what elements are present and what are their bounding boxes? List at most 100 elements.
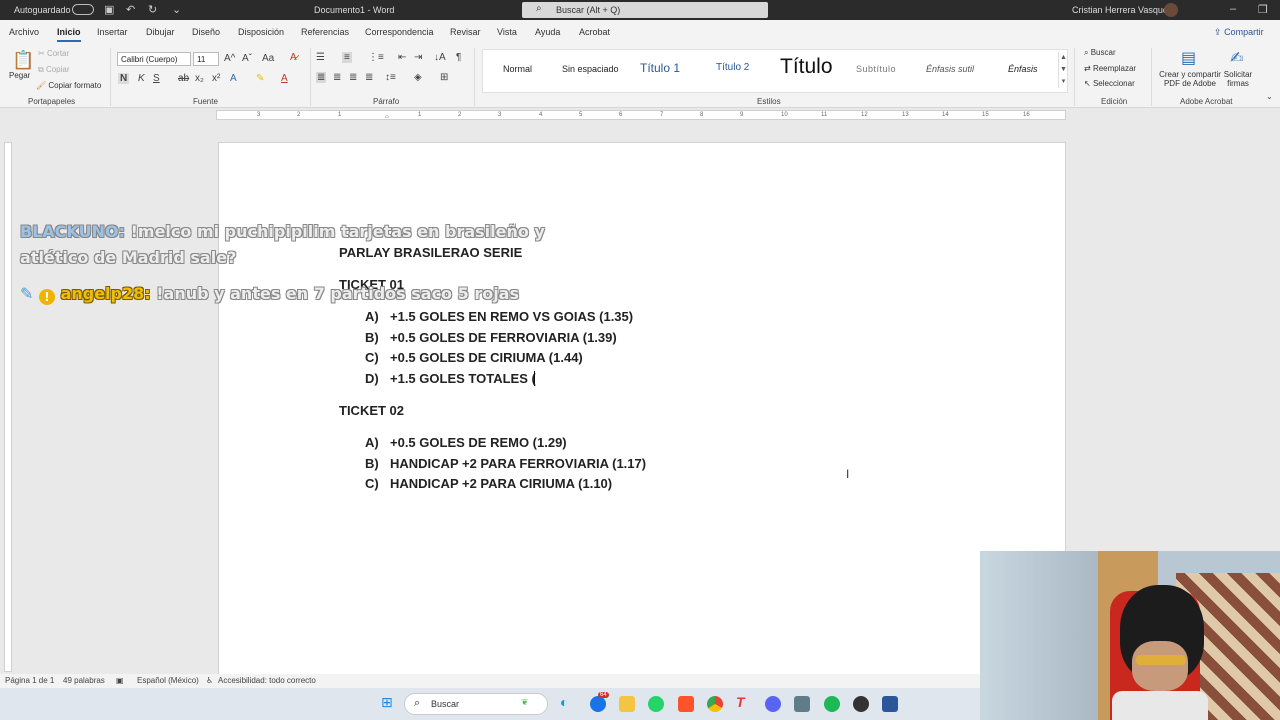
tab-insertar[interactable]: Insertar [97,27,128,37]
bold-icon[interactable]: N [118,73,130,84]
style-heading-1[interactable]: Título 1 [640,61,680,75]
spotify-icon[interactable] [824,696,840,712]
shading-icon[interactable]: ◈ [414,72,422,83]
sort-icon[interactable]: ↓A [434,52,446,63]
tab-archivo[interactable]: Archivo [9,27,39,37]
request-signatures-icon[interactable]: ✍ [1230,48,1243,68]
subscript-icon[interactable]: x₂ [195,73,204,84]
list-item[interactable]: +1.5 GOLES TOTALES ( [390,371,536,386]
file-explorer-icon[interactable] [619,696,635,712]
proofing-icon[interactable]: ▣ [116,676,124,685]
style-subtle-emphasis[interactable]: Énfasis sutil [926,64,974,74]
word-count[interactable]: 49 palabras [63,676,105,685]
align-right-icon[interactable]: ≣ [349,72,357,83]
calculator-icon[interactable] [794,696,810,712]
undo-icon[interactable]: ↶ [126,3,135,16]
multilevel-list-icon[interactable]: ⋮≡ [368,52,384,63]
paste-button-label[interactable]: Pegar [9,71,30,80]
list-item[interactable]: +0.5 GOLES DE CIRIUMA (1.44) [390,350,583,365]
grow-font-icon[interactable]: A^ [224,53,235,64]
change-case-icon[interactable]: Aa [262,53,274,64]
minimize-icon[interactable]: – [1230,3,1236,15]
line-spacing-icon[interactable]: ↕≡ [385,72,396,83]
text-effects-icon[interactable]: A [230,73,237,84]
style-title[interactable]: Título [780,55,833,79]
autosave-toggle[interactable] [72,4,94,15]
tab-acrobat[interactable]: Acrobat [579,27,610,37]
title-search-box[interactable]: ⌕ Buscar (Alt + Q) [522,2,768,18]
page-count[interactable]: Página 1 de 1 [5,676,54,685]
bullets-icon[interactable]: ☰ [316,52,325,63]
align-center-icon[interactable]: ≣ [333,72,341,83]
justify-icon[interactable]: ≣ [365,72,373,83]
underline-icon[interactable]: S [153,73,160,84]
copy-button[interactable]: ⧉ Copiar [38,65,70,75]
list-item[interactable]: +1.5 GOLES EN REMO VS GOIAS (1.35) [390,309,633,324]
collapse-ribbon-icon[interactable]: ⌄ [1266,92,1273,101]
discord-icon[interactable] [765,696,781,712]
create-pdf-icon[interactable]: ▤ [1181,48,1196,68]
create-pdf-button[interactable]: Crear y compartir PDF de Adobe [1158,70,1222,88]
typing-app-icon[interactable]: T [736,694,745,710]
taskbar-search[interactable]: ⌕ Buscar ❦ [404,693,548,715]
list-item[interactable]: +0.5 GOLES DE REMO (1.29) [390,435,567,450]
whatsapp-icon[interactable] [648,696,664,712]
font-size-select[interactable]: 11 [193,52,219,66]
chevron-down-icon[interactable]: ▼ [1060,66,1067,73]
share-button[interactable]: ⇪ Compartir [1214,27,1264,38]
show-formatting-icon[interactable]: ¶ [456,52,461,63]
redo-icon[interactable]: ↻ [148,3,157,16]
tab-inicio[interactable]: Inicio [57,27,81,42]
edge-icon[interactable]: ◐ [560,694,568,710]
shrink-font-icon[interactable]: Aˇ [242,53,252,64]
document-heading[interactable]: PARLAY BRASILERAO SERIE [339,245,522,260]
ticket-2-title[interactable]: TICKET 02 [339,403,404,418]
borders-icon[interactable]: ⊞ [440,72,448,83]
list-item[interactable]: HANDICAP +2 PARA FERROVIARIA (1.17) [390,456,646,471]
style-subtitle[interactable]: Subtítulo [856,64,896,74]
cut-button[interactable]: ✂ Cortar [38,49,69,58]
replace-button[interactable]: ⇄ Reemplazar [1084,64,1136,73]
accessibility-status[interactable]: Accesibilidad: todo correcto [218,676,316,685]
tab-dibujar[interactable]: Dibujar [146,27,175,37]
find-button[interactable]: ⌕ Buscar [1084,48,1116,58]
accessibility-icon[interactable]: ♿ [206,676,213,685]
numbering-icon[interactable]: ≡ [342,52,352,63]
font-name-select[interactable]: Calibri (Cuerpo) [117,52,191,66]
chrome-icon[interactable] [707,696,723,712]
decrease-indent-icon[interactable]: ⇤ [398,52,406,63]
user-name[interactable]: Cristian Herrera Vasquez [1072,5,1172,15]
style-emphasis[interactable]: Énfasis [1008,64,1038,74]
list-item[interactable]: +0.5 GOLES DE FERROVIARIA (1.39) [390,330,617,345]
clear-formatting-icon[interactable]: A̷ [290,52,297,63]
word-icon[interactable] [882,696,898,712]
restore-icon[interactable]: ❐ [1258,3,1268,16]
tab-ayuda[interactable]: Ayuda [535,27,560,37]
obs-icon[interactable] [853,696,869,712]
customize-qat-icon[interactable]: ⌄ [172,3,181,16]
tab-disposicion[interactable]: Disposición [238,27,284,37]
chevron-up-icon[interactable]: ▲ [1060,54,1067,61]
style-normal[interactable]: Normal [503,64,532,74]
more-styles-icon[interactable]: ▾ [1062,78,1066,85]
align-left-icon[interactable]: ≣ [316,72,327,83]
tab-vista[interactable]: Vista [497,27,517,37]
language-indicator[interactable]: Español (México) [137,676,199,685]
italic-icon[interactable]: K [138,73,145,84]
horizontal-ruler[interactable]: 3 2 1 1 2 3 4 5 6 7 8 9 10 11 12 13 14 1… [216,110,1066,120]
style-no-spacing[interactable]: Sin espaciado [562,64,619,74]
vertical-ruler[interactable] [4,142,12,672]
increase-indent-icon[interactable]: ⇥ [414,52,422,63]
format-painter-button[interactable]: 🖌 Copiar formato [36,81,101,90]
windows-start-icon[interactable]: ⊞ [381,694,393,711]
paste-icon[interactable]: 📋 [12,50,34,71]
avatar[interactable] [1164,3,1178,17]
brave-icon[interactable] [678,696,694,712]
tab-diseno[interactable]: Diseño [192,27,220,37]
tab-correspondencia[interactable]: Correspondencia [365,27,434,37]
list-item[interactable]: HANDICAP +2 PARA CIRIUMA (1.10) [390,476,612,491]
tab-revisar[interactable]: Revisar [450,27,481,37]
strikethrough-icon[interactable]: ab [178,73,189,84]
highlight-icon[interactable]: ✎ [256,73,264,84]
app-icon[interactable] [590,696,606,712]
